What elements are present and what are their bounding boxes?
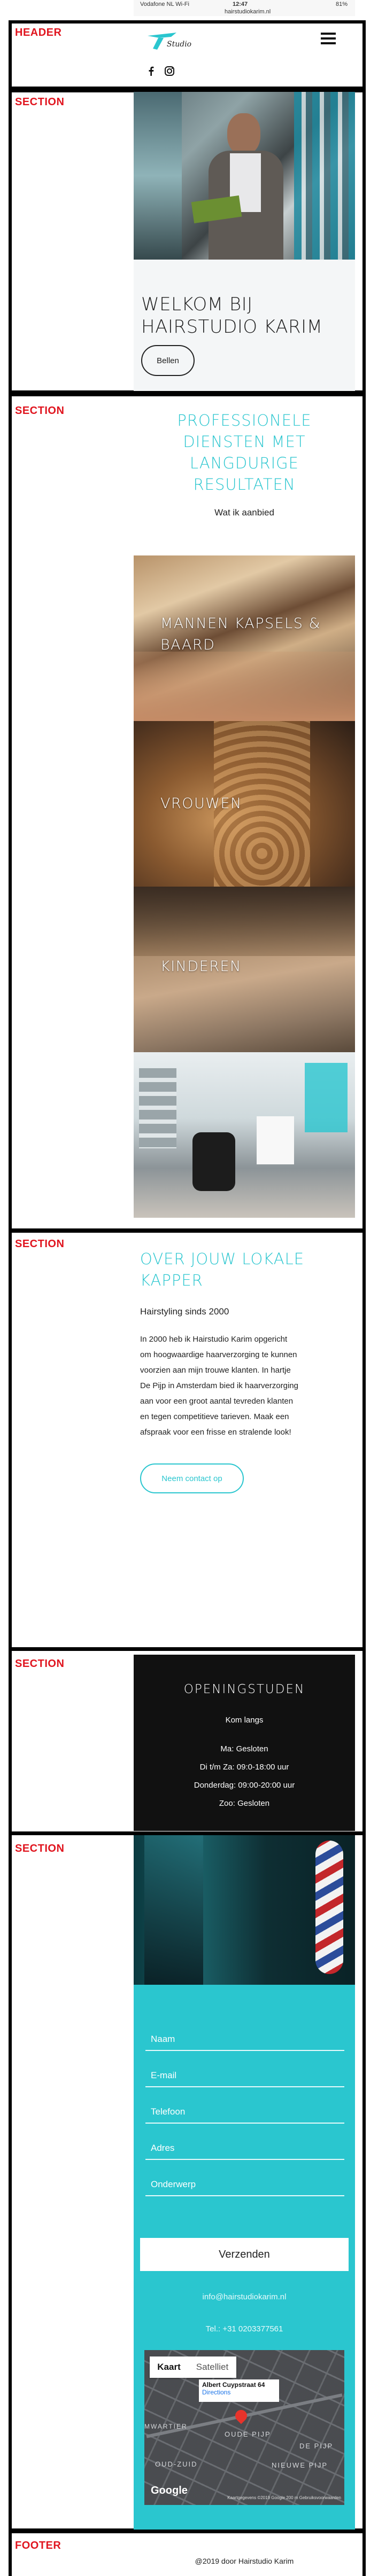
hours-line: Ma: Gesloten <box>220 1744 268 1753</box>
hours-list: Ma: Gesloten Di t/m Za: 09:0-18:00 uur D… <box>134 1740 355 1813</box>
section-label-services: SECTION <box>15 405 65 417</box>
footer-copyright: @2019 door Hairstudio Karim <box>195 2557 294 2565</box>
hours-subtitle: Kom langs <box>225 1716 264 1725</box>
service-tile-kids[interactable]: KINDEREN <box>134 887 355 1052</box>
email-placeholder: E-mail <box>151 2070 177 2080</box>
status-bar: Vodafone NL Wi-Fi 12:47 81% hairstudioka… <box>134 0 355 16</box>
google-logo: Google <box>151 2485 188 2496</box>
map-area-label: OUDE PIJP <box>225 2430 271 2438</box>
about-title-line2: KAPPER <box>140 1271 203 1289</box>
map-info-card: Albert Cuypstraat 64 Directions <box>199 2379 279 2402</box>
map-directions-link[interactable]: Directions <box>202 2389 276 2396</box>
name-field[interactable]: Naam <box>145 2024 344 2051</box>
phone-field[interactable]: Telefoon <box>145 2097 344 2124</box>
section-label-hero: SECTION <box>15 96 65 108</box>
about-body-line: en tegen competitieve tarieven. Maak een <box>140 1412 289 1421</box>
hero-title-line2: HAIRSTUDIO KARIM <box>141 316 323 338</box>
map-embed[interactable]: Kaart Satelliet Albert Cuypstraat 64 Dir… <box>144 2350 344 2505</box>
about-body-line: voorzien aan mijn trouwe klanten. In har… <box>140 1366 291 1375</box>
contact-phone[interactable]: Tel.: +31 0203377561 <box>134 2324 355 2334</box>
service-tile-men[interactable]: MANNEN KAPSELS & BAARD <box>134 555 355 721</box>
services-title-line2: DIENSTEN MET <box>183 433 306 451</box>
logo-text: Studio <box>167 40 191 49</box>
hero-image <box>134 92 355 260</box>
about-body-line: In 2000 heb ik Hairstudio Karim opgerich… <box>140 1335 288 1344</box>
section-label-about: SECTION <box>15 1238 65 1250</box>
about-subtitle: Hairstyling sinds 2000 <box>140 1306 229 1317</box>
contact-email[interactable]: info@hairstudiokarim.nl <box>134 2292 355 2301</box>
about-title-line1: OVER JOUW LOKALE <box>140 1250 305 1268</box>
tile-label-women: VROUWEN <box>160 795 242 812</box>
map-attribution[interactable]: Kaartgegevens ©2019 Google 200 m Gebruik… <box>227 2495 341 2500</box>
header-label: HEADER <box>15 27 62 38</box>
subject-field[interactable]: Onderwerp <box>145 2170 344 2196</box>
tile-label-kids: KINDEREN <box>160 958 242 975</box>
services-title-line1: PROFESSIONELE <box>177 411 312 429</box>
map-tab-map[interactable]: Kaart <box>150 2356 188 2378</box>
address-field[interactable]: Adres <box>145 2133 344 2160</box>
about-body: In 2000 heb ik Hairstudio Karim opgerich… <box>140 1332 354 1440</box>
map-tabs: Kaart Satelliet <box>150 2356 236 2378</box>
map-area-label: OUD-ZUID <box>155 2460 198 2468</box>
about-body-line: afspraak voor een frisse en stralende lo… <box>140 1428 291 1437</box>
name-placeholder: Naam <box>151 2034 175 2044</box>
tile-label-men-line1: MANNEN KAPSELS & <box>160 615 321 632</box>
about-body-line: om hoogwaardige haarverzorging te kunnen <box>140 1350 297 1359</box>
phone-placeholder: Telefoon <box>151 2107 186 2117</box>
hours-line: Zoo: Gesloten <box>219 1799 270 1808</box>
tile-label-men-line2: BAARD <box>160 637 215 653</box>
facebook-icon <box>149 66 154 76</box>
subject-placeholder: Onderwerp <box>151 2179 196 2189</box>
map-area-label: NIEUWE PIJP <box>272 2461 328 2469</box>
menu-button[interactable] <box>320 31 337 46</box>
call-button[interactable]: Bellen <box>141 345 195 376</box>
hero-title-line1: WELKOM BIJ <box>141 294 253 315</box>
hours-title: OPENINGSTUDEN <box>183 1682 305 1696</box>
map-place-name: Albert Cuypstraat 64 <box>202 2381 265 2389</box>
footer-label: FOOTER <box>15 2540 61 2551</box>
services-title-line4: RESULTATEN <box>193 475 296 494</box>
instagram-icon <box>165 66 174 76</box>
hours-line: Di t/m Za: 09:0-18:00 uur <box>199 1763 289 1772</box>
footer-frame <box>9 2530 366 2576</box>
logo[interactable]: Studio <box>143 29 191 56</box>
hours-line: Donderdag: 09:00-20:00 uur <box>194 1781 295 1790</box>
hamburger-icon <box>320 31 337 46</box>
facebook-link[interactable] <box>145 65 157 77</box>
services-title-line3: LANGDURIGE <box>190 454 299 472</box>
salon-interior-image <box>134 1052 355 1218</box>
instagram-link[interactable] <box>164 65 175 77</box>
services-subtitle: Wat ik aanbied <box>214 507 274 518</box>
about-body-line: aan voor een groot aantal tevreden klant… <box>140 1397 294 1406</box>
submit-button[interactable]: Verzenden <box>140 2238 349 2271</box>
contact-button[interactable]: Neem contact op <box>140 1463 244 1493</box>
email-field[interactable]: E-mail <box>145 2061 344 2087</box>
map-area-label: DE PIJP <box>299 2442 334 2450</box>
time-text: 12:47 <box>233 1 248 7</box>
address-placeholder: Adres <box>151 2143 175 2153</box>
section-label-contact: SECTION <box>15 1843 65 1854</box>
url-text[interactable]: hairstudiokarim.nl <box>225 9 271 15</box>
section-label-hours: SECTION <box>15 1658 65 1670</box>
barber-pole-image <box>134 1835 355 1985</box>
battery-text: 81% <box>335 1 348 7</box>
map-tab-satellite[interactable]: Satelliet <box>188 2356 236 2378</box>
carrier-text: Vodafone NL Wi-Fi <box>140 1 189 7</box>
map-area-label: MWARTIER <box>144 2423 188 2430</box>
about-body-line: De Pijp in Amsterdam bied ik haarverzorg… <box>140 1381 298 1390</box>
service-tile-women[interactable]: VROUWEN <box>134 721 355 887</box>
logo-mark-icon: Studio <box>148 33 191 50</box>
